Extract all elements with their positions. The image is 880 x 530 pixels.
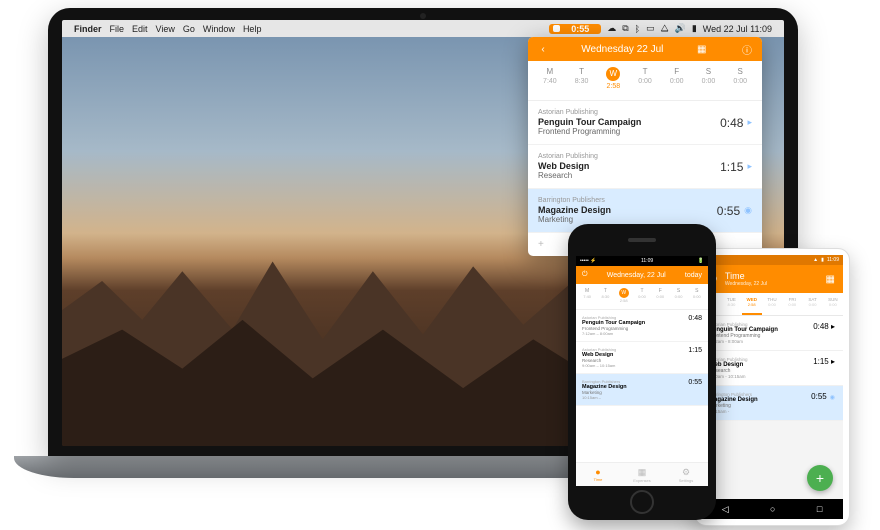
menu-finder[interactable]: Finder <box>74 24 102 34</box>
week-day[interactable]: S0:00 <box>693 67 725 90</box>
iphone-frame: ••••• ⚡ 11:09 🔋 ⏻ Wednesday, 22 Jul toda… <box>568 224 716 520</box>
week-day[interactable]: SUN0:00 <box>823 293 843 315</box>
home-button[interactable] <box>630 490 654 514</box>
info-icon[interactable]: ⓘ <box>740 42 754 57</box>
android-title: Time <box>725 271 818 281</box>
time-entry[interactable]: Astorian PublishingWeb DesignResearch1:1… <box>528 145 762 189</box>
mac-menubar: Finder File Edit View Go Window Help 0:5… <box>62 20 784 37</box>
time-entry[interactable]: Astorian PublishingWeb DesignResearch9:0… <box>576 342 708 374</box>
week-bar: M7:40T8:30W2:58T0:00F0:00S0:00S0:00 <box>528 61 762 101</box>
today-button[interactable]: today <box>685 272 702 279</box>
time-entry[interactable]: Barrington PublishersMagazine DesignMark… <box>576 374 708 406</box>
week-day[interactable]: F0:00 <box>651 288 669 303</box>
week-day[interactable]: SAT0:00 <box>802 293 822 315</box>
power-icon[interactable]: ⏻ <box>582 271 588 279</box>
cloud-icon[interactable]: ☁ <box>607 23 616 34</box>
iphone-tabbar: ●Time▦Expenses⚙Settings <box>576 462 708 486</box>
week-day[interactable]: S0:00 <box>724 67 756 90</box>
week-day[interactable]: W2:58 <box>597 67 629 90</box>
week-day[interactable]: FRI0:00 <box>782 293 802 315</box>
prev-day-icon[interactable]: ‹ <box>536 44 550 55</box>
bluetooth-icon[interactable]: ᛒ <box>635 24 640 34</box>
add-entry-button[interactable]: + <box>538 239 544 250</box>
volume-icon[interactable]: 🔊 <box>675 23 686 34</box>
android-statusbar: ▲ ▮ 11:09 <box>701 255 843 265</box>
iphone-screen: ••••• ⚡ 11:09 🔋 ⏻ Wednesday, 22 Jul toda… <box>576 256 708 486</box>
menu-window[interactable]: Window <box>203 24 235 34</box>
android-calendar-icon[interactable]: ▦ <box>826 274 835 285</box>
tab-expenses[interactable]: ▦Expenses <box>620 463 664 486</box>
week-day[interactable]: M7:40 <box>578 288 596 303</box>
iphone-statusbar: ••••• ⚡ 11:09 🔋 <box>576 256 708 266</box>
nav-home-icon[interactable]: ○ <box>770 504 775 514</box>
calendar-icon[interactable]: ▦ <box>695 44 709 55</box>
week-day[interactable]: THU0:00 <box>762 293 782 315</box>
harvest-menubar-item[interactable]: 0:55 <box>549 24 601 34</box>
week-day[interactable]: S0:00 <box>688 288 706 303</box>
week-day[interactable]: T8:30 <box>566 67 598 90</box>
display-icon[interactable]: ▭ <box>646 23 655 34</box>
menu-help[interactable]: Help <box>243 24 262 34</box>
menu-view[interactable]: View <box>156 24 175 34</box>
menu-file[interactable]: File <box>110 24 125 34</box>
time-entry[interactable]: Astorian PublishingPenguin Tour Campaign… <box>528 101 762 145</box>
time-entry[interactable]: Astorian PublishingPenguin Tour Campaign… <box>701 316 843 351</box>
week-day[interactable]: S0:00 <box>669 288 687 303</box>
nav-recent-icon[interactable]: □ <box>817 504 822 514</box>
android-screen: ▲ ▮ 11:09 ⏻ Time Wednesday, 22 Jul ▦ MON… <box>701 255 843 519</box>
fab-add-button[interactable]: + <box>807 465 833 491</box>
android-subtitle: Wednesday, 22 Jul <box>725 281 818 287</box>
week-day[interactable]: W2:58 <box>615 288 633 303</box>
dropbox-icon[interactable]: ⧉ <box>622 23 628 34</box>
iphone-title: Wednesday, 22 Jul <box>607 272 666 279</box>
battery-icon[interactable]: ▮ <box>692 23 697 34</box>
wifi-icon[interactable]: ⧋ <box>661 23 669 34</box>
time-entry[interactable]: Barrington PublishersMagazine DesignMark… <box>701 386 843 421</box>
menu-go[interactable]: Go <box>183 24 195 34</box>
android-battery-icon: ▮ <box>821 257 824 263</box>
nav-back-icon[interactable]: ◁ <box>722 504 729 515</box>
menubar-datetime[interactable]: Wed 22 Jul 11:09 <box>703 24 772 34</box>
tab-time[interactable]: ●Time <box>576 463 620 486</box>
week-day[interactable]: WED2:58 <box>742 293 762 315</box>
week-day[interactable]: F0:00 <box>661 67 693 90</box>
time-entry[interactable]: Astorian PublishingWeb DesignResearch9:0… <box>701 351 843 386</box>
week-day[interactable]: T8:30 <box>596 288 614 303</box>
tab-settings[interactable]: ⚙Settings <box>664 463 708 486</box>
popover-title: Wednesday 22 Jul <box>581 44 663 55</box>
week-day[interactable]: M7:40 <box>534 67 566 90</box>
week-day[interactable]: T0:00 <box>629 67 661 90</box>
time-entry[interactable]: Astorian PublishingPenguin Tour Campaign… <box>576 310 708 342</box>
android-navbar: ◁ ○ □ <box>701 499 843 519</box>
signal-icon: ▲ <box>813 257 818 263</box>
android-frame: ▲ ▮ 11:09 ⏻ Time Wednesday, 22 Jul ▦ MON… <box>694 248 850 526</box>
week-day[interactable]: TUE8:30 <box>721 293 741 315</box>
menu-edit[interactable]: Edit <box>132 24 148 34</box>
week-day[interactable]: T0:00 <box>633 288 651 303</box>
